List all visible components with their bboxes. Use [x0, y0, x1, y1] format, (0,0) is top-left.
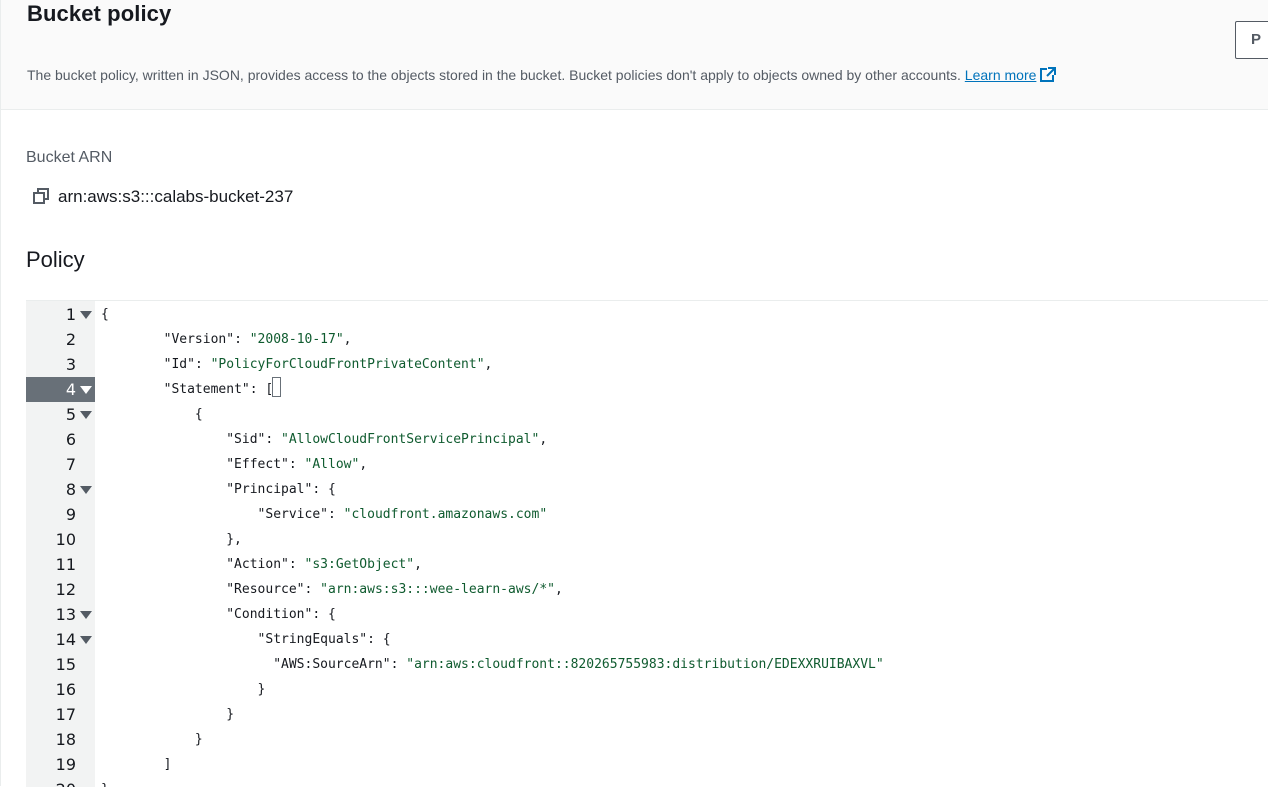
code-line[interactable]: 13 "Condition": { [26, 602, 1268, 627]
fold-arrow-icon[interactable] [80, 636, 92, 644]
code-text[interactable]: "Effect": "Allow", [101, 452, 367, 477]
code-text[interactable]: } [101, 677, 266, 702]
bucket-arn-value: arn:aws:s3:::calabs-bucket-237 [58, 187, 294, 206]
code-text[interactable]: }, [101, 527, 242, 552]
code-text[interactable]: "Id": "PolicyForCloudFrontPrivateContent… [101, 352, 493, 377]
line-number: 18 [55, 730, 76, 749]
description-text: The bucket policy, written in JSON, prov… [27, 67, 965, 83]
code-line[interactable]: 11 "Action": "s3:GetObject", [26, 552, 1268, 577]
line-number: 17 [55, 705, 76, 724]
page-title: Bucket policy [27, 1, 172, 26]
learn-more-link[interactable]: Learn more [965, 67, 1058, 83]
line-number: 3 [65, 355, 76, 374]
code-line[interactable]: 18 } [26, 727, 1268, 752]
code-text[interactable]: } [101, 702, 234, 727]
line-number: 4 [65, 380, 76, 399]
external-link-icon[interactable] [1039, 66, 1057, 84]
fold-arrow-icon[interactable] [80, 386, 92, 394]
code-line[interactable]: 6 "Sid": "AllowCloudFrontServicePrincipa… [26, 427, 1268, 452]
code-line[interactable]: 12 "Resource": "arn:aws:s3:::wee-learn-a… [26, 577, 1268, 602]
line-number: 15 [55, 655, 76, 674]
code-text[interactable]: "Statement": [ [101, 377, 282, 402]
code-text[interactable]: ] [101, 752, 172, 777]
line-number: 19 [55, 755, 76, 774]
code-text[interactable]: } [101, 727, 203, 752]
code-line[interactable]: 7 "Effect": "Allow", [26, 452, 1268, 477]
line-number: 10 [55, 530, 76, 549]
code-text[interactable]: "AWS:SourceArn": "arn:aws:cloudfront::82… [101, 652, 884, 677]
code-line[interactable]: 15 "AWS:SourceArn": "arn:aws:cloudfront:… [26, 652, 1268, 677]
learn-more-label[interactable]: Learn more [965, 67, 1037, 83]
code-line[interactable]: 2 "Version": "2008-10-17", [26, 327, 1268, 352]
line-number: 7 [65, 455, 76, 474]
code-line[interactable]: 14 "StringEquals": { [26, 627, 1268, 652]
code-text[interactable]: { [101, 302, 109, 327]
line-number: 13 [55, 605, 76, 624]
code-line[interactable]: 1{ [26, 302, 1268, 327]
code-line[interactable]: 19 ] [26, 752, 1268, 777]
code-line[interactable]: 17 } [26, 702, 1268, 727]
policy-section-title: Policy [26, 247, 85, 272]
fold-arrow-icon[interactable] [80, 486, 92, 494]
code-line[interactable]: 9 "Service": "cloudfront.amazonaws.com" [26, 502, 1268, 527]
code-line[interactable]: 5 { [26, 402, 1268, 427]
fold-arrow-icon[interactable] [80, 611, 92, 619]
line-number: 8 [65, 480, 76, 499]
code-text[interactable]: "StringEquals": { [101, 627, 391, 652]
line-number: 2 [65, 330, 76, 349]
line-number: 9 [65, 505, 76, 524]
code-line[interactable]: 10 }, [26, 527, 1268, 552]
fold-arrow-icon[interactable] [80, 411, 92, 419]
edit-button[interactable]: P [1235, 21, 1268, 59]
bucket-arn-label: Bucket ARN [26, 149, 113, 166]
bucket-policy-header: Bucket policy P The bucket policy, writt… [0, 0, 1268, 110]
line-number: 12 [55, 580, 76, 599]
line-number: 16 [55, 680, 76, 699]
line-number: 6 [65, 430, 76, 449]
code-line[interactable]: 4 "Statement": [ [26, 377, 1268, 402]
line-number: 5 [65, 405, 76, 424]
code-text[interactable]: "Action": "s3:GetObject", [101, 552, 422, 577]
code-line[interactable]: 8 "Principal": { [26, 477, 1268, 502]
policy-code-editor[interactable]: 1{2 "Version": "2008-10-17", 3 "Id": "Pol… [26, 300, 1268, 787]
code-text[interactable]: "Version": "2008-10-17", [101, 327, 352, 352]
code-text[interactable]: "Sid": "AllowCloudFrontServicePrincipal"… [101, 427, 547, 452]
policy-description: The bucket policy, written in JSON, prov… [27, 66, 1057, 84]
code-text[interactable]: "Resource": "arn:aws:s3:::wee-learn-aws/… [101, 577, 563, 602]
code-line[interactable]: 3 "Id": "PolicyForCloudFrontPrivateConte… [26, 352, 1268, 377]
code-text[interactable]: "Condition": { [101, 602, 336, 627]
copy-icon[interactable] [33, 188, 50, 205]
line-number: 1 [65, 305, 76, 324]
code-text[interactable]: "Service": "cloudfront.amazonaws.com" [101, 502, 548, 527]
text-cursor [272, 377, 282, 397]
code-line[interactable]: 16 } [26, 677, 1268, 702]
line-number: 14 [55, 630, 76, 649]
line-number: 11 [55, 555, 76, 574]
code-text[interactable]: { [101, 402, 203, 427]
code-text[interactable]: "Principal": { [101, 477, 336, 502]
fold-arrow-icon[interactable] [80, 311, 92, 319]
